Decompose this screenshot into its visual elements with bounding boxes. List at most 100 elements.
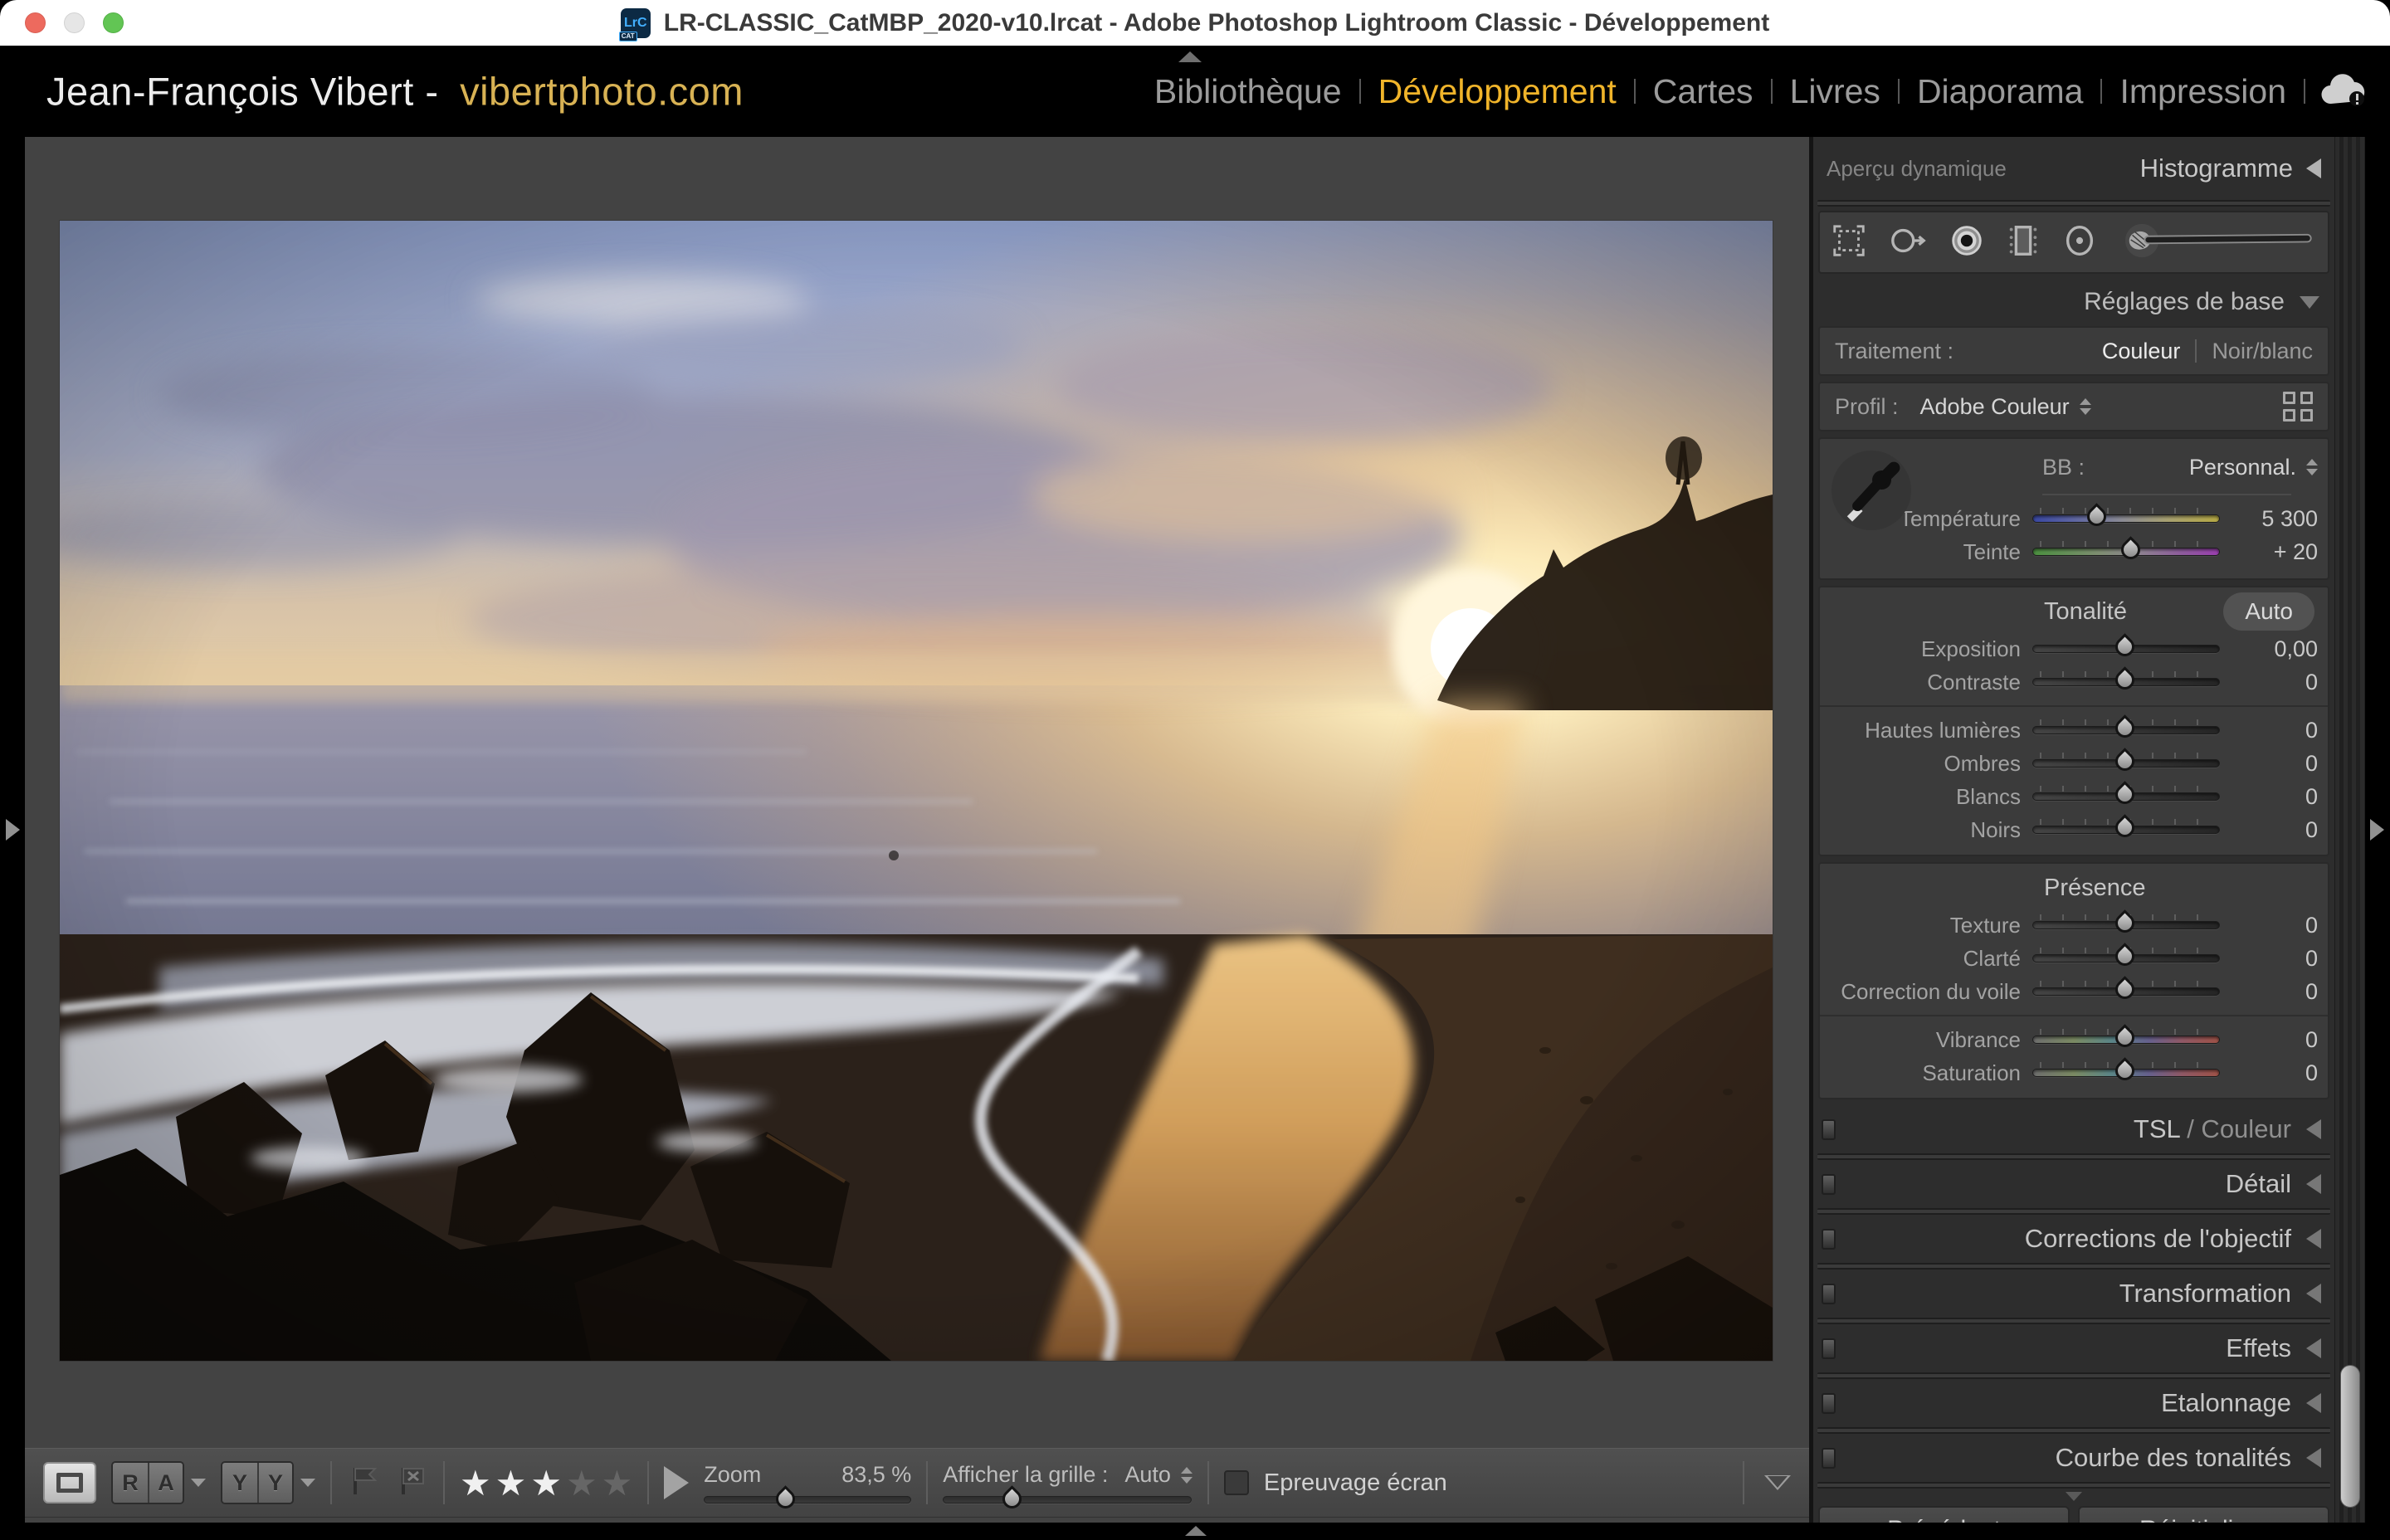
panel-lens-corrections[interactable]: Corrections de l'objectif [1813,1215,2334,1263]
saturation-slider[interactable] [2032,1069,2220,1077]
active-view-button[interactable]: A [148,1463,183,1503]
whites-slider[interactable] [2032,792,2220,801]
clarity-slider[interactable] [2032,954,2220,962]
module-impression[interactable]: Impression [2102,72,2304,111]
close-button[interactable] [25,12,46,33]
zoom-slider-thumb[interactable] [773,1485,800,1513]
basic-panel-header[interactable]: Réglages de base [1813,278,2334,326]
treatment-color-option[interactable]: Couleur [2102,339,2181,364]
panel-scrollbar[interactable] [2334,137,2365,1523]
wb-preset-select[interactable]: Personnal. [2189,455,2318,480]
star-icon[interactable]: ★ [566,1463,598,1503]
auto-tone-button[interactable]: Auto [2223,592,2314,631]
shadows-slider[interactable] [2032,759,2220,768]
temperature-slider[interactable] [2032,514,2220,523]
treatment-bw-option[interactable]: Noir/blanc [2212,339,2313,364]
red-eye-icon[interactable] [1948,222,1986,264]
slider-thumb[interactable] [2111,909,2139,937]
spot-removal-icon[interactable] [1886,222,1929,264]
slider-thumb[interactable] [2084,503,2111,530]
panel-switch[interactable] [1822,1174,1836,1195]
sunset-beach-photo[interactable] [60,221,1773,1361]
panel-switch[interactable] [1822,1338,1836,1359]
loupe-view-button[interactable] [43,1462,96,1503]
toolbar-options-chevron-icon[interactable] [1764,1475,1791,1490]
expand-panel-icon[interactable] [2306,1448,2321,1468]
contrast-slider[interactable] [2032,678,2220,686]
texture-slider[interactable] [2032,921,2220,929]
module-developpement[interactable]: Développement [1361,72,1634,111]
expand-panel-icon[interactable] [2306,1119,2321,1139]
before-view-button[interactable]: Y [222,1463,257,1503]
panel-effects[interactable]: Effets [1813,1324,2334,1372]
impromptu-slideshow-icon[interactable] [664,1466,689,1499]
identity-plate[interactable]: Jean-François Vibert - vibertphoto.com [46,69,744,115]
adjustment-brush-icon[interactable] [2117,222,2323,264]
expand-panel-icon[interactable] [2306,1393,2321,1413]
star-icon[interactable]: ★ [530,1463,562,1503]
before-after-dropdown-icon[interactable] [300,1479,315,1487]
panel-switch[interactable] [1822,1229,1836,1250]
show-left-panel-arrow-icon[interactable] [6,819,20,841]
profile-select[interactable]: Adobe Couleur [1920,394,2091,420]
grid-mode-select[interactable]: Auto [1124,1462,1193,1488]
histogram-header[interactable]: Histogramme [2140,154,2321,183]
star-icon[interactable]: ★ [495,1463,527,1503]
blacks-slider[interactable] [2032,826,2220,834]
expand-panel-icon[interactable] [2306,1174,2321,1194]
panel-calibration[interactable]: Etalonnage [1813,1379,2334,1427]
highlights-slider[interactable] [2032,726,2220,734]
slider-thumb[interactable] [2111,633,2139,660]
star-icon[interactable]: ★ [460,1463,491,1503]
panel-tone-curve[interactable]: Courbe des tonalités [1813,1434,2334,1482]
white-balance-eyedropper-icon[interactable] [1832,451,1911,530]
panel-switch[interactable] [1822,1119,1836,1140]
panel-transform[interactable]: Transformation [1813,1270,2334,1318]
module-livres[interactable]: Livres [1773,72,1898,111]
zoom-slider[interactable] [704,1496,911,1503]
slider-thumb[interactable] [2117,536,2144,563]
profile-browser-icon[interactable] [2283,392,2313,422]
star-icon[interactable]: ★ [602,1463,633,1503]
panel-switch[interactable] [1822,1393,1836,1414]
after-view-button[interactable]: Y [257,1463,292,1503]
module-cartes[interactable]: Cartes [1636,72,1771,111]
panel-switch[interactable] [1822,1284,1836,1304]
minimize-button[interactable] [64,12,85,33]
grid-opacity-slider[interactable] [943,1496,1192,1503]
radial-filter-icon[interactable] [2061,222,2099,264]
module-bibliotheque[interactable]: Bibliothèque [1137,72,1359,111]
panel-hsl-color[interactable]: TSL / Couleur [1813,1105,2334,1153]
slider-thumb[interactable] [2111,714,2139,742]
cloud-sync-icon[interactable] [2320,72,2368,111]
slider-thumb[interactable] [2111,976,2139,1003]
slider-thumb[interactable] [2111,666,2139,694]
scrollbar-thumb[interactable] [2340,1365,2360,1508]
compare-dropdown-icon[interactable] [191,1479,206,1487]
show-filmstrip-arrow-icon[interactable] [1185,1526,1207,1536]
collapse-right-panel-arrow-icon[interactable] [2370,819,2384,841]
expand-panel-icon[interactable] [2306,1338,2321,1358]
slider-thumb[interactable] [2111,748,2139,775]
crop-overlay-icon[interactable] [1830,222,1868,264]
panel-detail[interactable]: Détail [1813,1160,2334,1208]
fullscreen-button[interactable] [103,12,124,33]
exposure-slider[interactable] [2032,645,2220,653]
slider-thumb[interactable] [2111,781,2139,808]
collapse-left-icon[interactable] [2306,158,2321,178]
vibrance-slider[interactable] [2032,1036,2220,1044]
grid-slider-thumb[interactable] [998,1485,1026,1513]
softproof-checkbox[interactable] [1224,1470,1249,1495]
slider-thumb[interactable] [2111,1024,2139,1051]
module-diaporama[interactable]: Diaporama [1900,72,2101,111]
expand-panel-icon[interactable] [2306,1284,2321,1304]
collapse-down-icon[interactable] [2300,296,2319,309]
slider-thumb[interactable] [2111,814,2139,841]
expand-panel-icon[interactable] [2306,1229,2321,1249]
slider-thumb[interactable] [2111,1057,2139,1084]
slider-thumb[interactable] [2111,943,2139,970]
tint-slider[interactable] [2032,548,2220,556]
reference-view-button[interactable]: R [113,1463,148,1503]
panel-switch[interactable] [1822,1448,1836,1469]
dehaze-slider[interactable] [2032,987,2220,996]
